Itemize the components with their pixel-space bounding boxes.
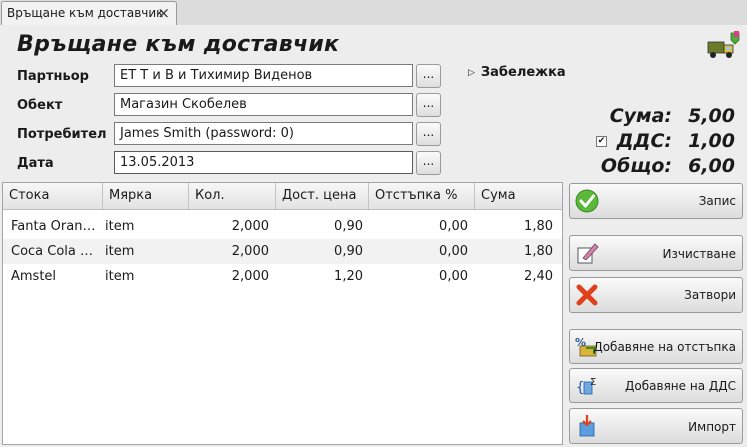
date-label: Дата — [17, 156, 54, 171]
cell-qty: 2,000 — [231, 219, 269, 234]
table-row[interactable]: Amstel item 2,000 1,20 0,00 2,40 — [3, 264, 562, 289]
import-box-icon — [579, 415, 595, 437]
clear-label: Изчистване — [662, 247, 737, 261]
vat-label: ДДС: — [616, 130, 672, 152]
partner-field[interactable]: ЕТ Т и В и Тихимир Виденов — [114, 64, 413, 87]
items-table[interactable]: Стока Мярка Кол. Дост. цена Отстъпка % С… — [2, 182, 563, 445]
date-field[interactable]: 13.05.2013 — [114, 151, 413, 174]
cell-item: Amstel — [11, 269, 57, 284]
column-header-discount[interactable]: Отстъпка % — [369, 183, 475, 209]
cell-price: 0,90 — [334, 219, 363, 234]
import-button[interactable]: Импорт — [569, 408, 743, 444]
cell-item: Fanta Oran… — [11, 219, 96, 234]
table-row[interactable]: Coca Cola … item 2,000 0,90 0,00 1,80 — [3, 239, 562, 264]
cell-discount: 0,00 — [439, 244, 468, 259]
cell-price: 0,90 — [334, 244, 363, 259]
add-discount-button[interactable]: % Добавяне на отстъпка — [569, 329, 743, 364]
cell-unit: item — [105, 219, 135, 234]
eraser-icon — [577, 243, 599, 264]
cell-qty: 2,000 — [231, 269, 269, 284]
user-label: Потребител — [17, 127, 107, 142]
expand-triangle-icon: ▷ — [468, 68, 475, 78]
cell-unit: item — [105, 269, 135, 284]
note-label: Забележка — [480, 65, 566, 80]
import-label: Импорт — [688, 420, 736, 434]
tab-return-to-supplier[interactable]: Връщане към доставчик × — [1, 1, 177, 25]
tab-close-icon[interactable]: × — [157, 4, 170, 22]
add-vat-label: Добавяне на ДДС — [625, 379, 736, 393]
column-header-item[interactable]: Стока — [3, 183, 103, 209]
location-label: Обект — [17, 98, 63, 113]
total-value: 6,00 — [688, 155, 735, 177]
total-label: Общо: — [600, 155, 672, 177]
page-title: Връщане към доставчик — [17, 32, 340, 57]
column-header-sum[interactable]: Сума — [475, 183, 562, 209]
clear-button[interactable]: Изчистване — [569, 235, 743, 271]
cell-discount: 0,00 — [439, 219, 468, 234]
close-label: Затвори — [684, 288, 736, 302]
svg-text:{: { — [576, 380, 584, 396]
cell-unit: item — [105, 244, 135, 259]
table-row[interactable]: Fanta Oran… item 2,000 0,90 0,00 1,80 — [3, 214, 562, 239]
vat-checkbox[interactable]: ✔ — [596, 136, 607, 147]
close-button[interactable]: Затвори — [569, 277, 743, 313]
save-label: Запис — [698, 194, 736, 208]
svg-text:Σ: Σ — [590, 377, 596, 388]
sum-label: Сума: — [609, 105, 672, 127]
cell-sum: 1,80 — [524, 244, 553, 259]
checkmark-icon — [575, 189, 599, 213]
tab-label: Връщане към доставчик — [7, 6, 164, 20]
location-browse-button[interactable]: ... — [416, 93, 441, 117]
delivery-truck-icon — [707, 31, 740, 58]
column-header-price[interactable]: Дост. цена — [276, 183, 369, 209]
date-browse-button[interactable]: ... — [416, 151, 441, 175]
sum-value: 5,00 — [688, 105, 735, 127]
cell-sum: 2,40 — [524, 269, 553, 284]
user-browse-button[interactable]: ... — [416, 122, 441, 146]
column-header-qty[interactable]: Кол. — [189, 183, 276, 209]
cell-discount: 0,00 — [439, 269, 468, 284]
column-header-unit[interactable]: Мярка — [103, 183, 189, 209]
red-x-icon — [576, 284, 598, 306]
table-header: Стока Мярка Кол. Дост. цена Отстъпка % С… — [3, 183, 562, 210]
cell-qty: 2,000 — [231, 244, 269, 259]
note-expander[interactable]: ▷ Забележка — [468, 65, 566, 80]
cell-sum: 1,80 — [524, 219, 553, 234]
cell-item: Coca Cola … — [11, 244, 94, 259]
location-field[interactable]: Магазин Скобелев — [114, 93, 413, 116]
user-field[interactable]: James Smith (password: 0) — [114, 122, 413, 145]
vat-value: 1,00 — [688, 130, 735, 152]
cell-price: 1,20 — [334, 269, 363, 284]
add-discount-label: Добавяне на отстъпка — [593, 340, 736, 354]
sigma-icon: { Σ — [576, 377, 596, 396]
partner-browse-button[interactable]: ... — [416, 64, 441, 88]
partner-label: Партньор — [17, 69, 89, 84]
save-button[interactable]: Запис — [569, 183, 743, 219]
add-vat-button[interactable]: { Σ Добавяне на ДДС — [569, 368, 743, 403]
